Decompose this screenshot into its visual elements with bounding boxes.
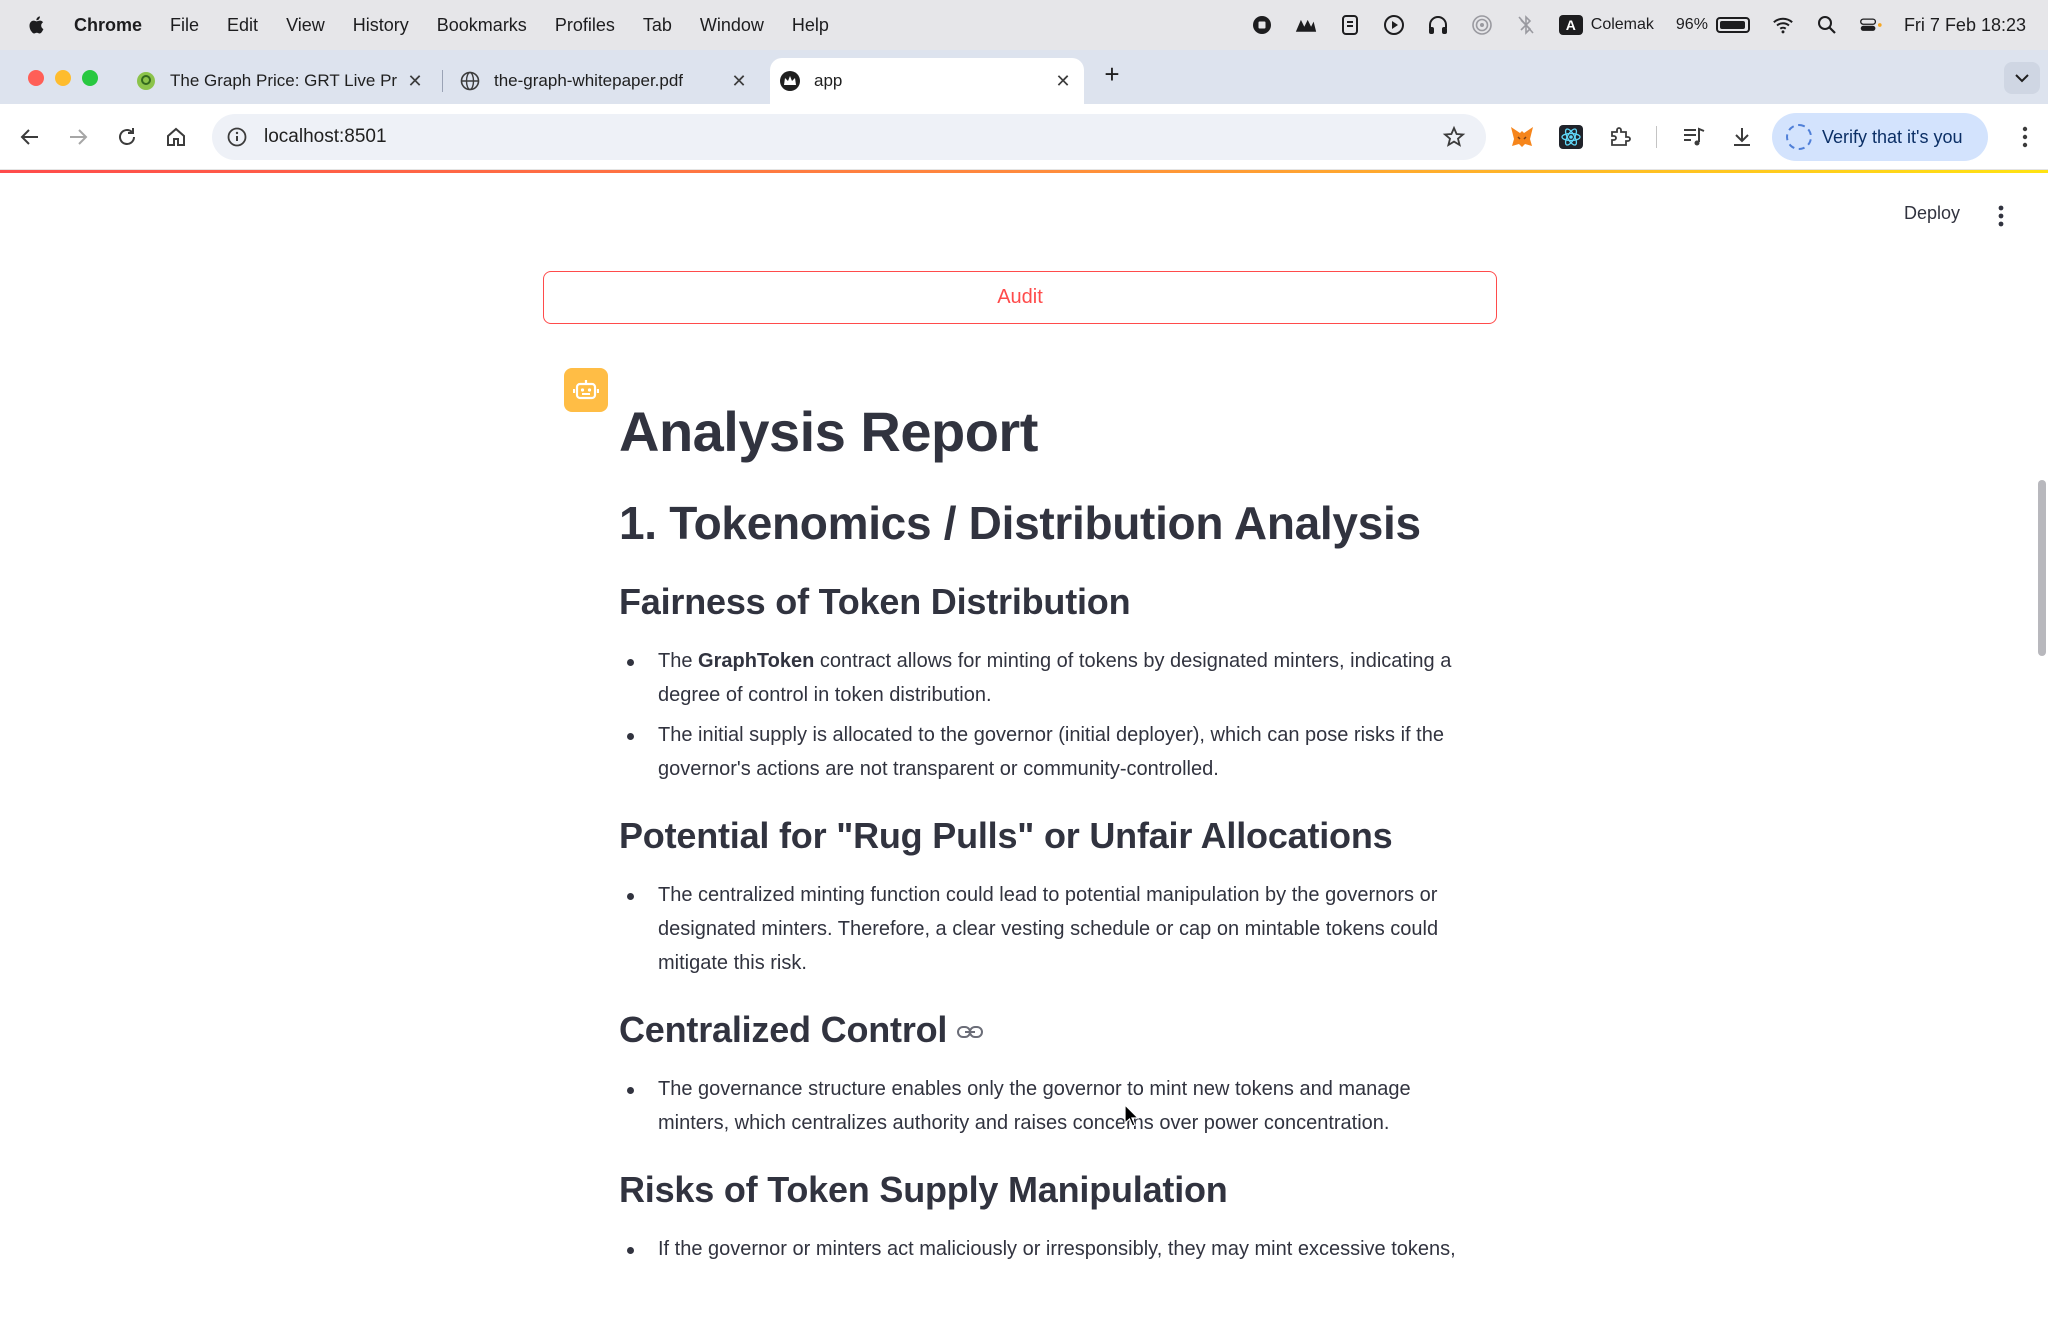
chrome-menu-icon[interactable] <box>2022 126 2028 148</box>
control-center-icon[interactable] <box>1860 14 1882 36</box>
streamlit-header: Deploy <box>0 173 2048 263</box>
battery-percent: 96% <box>1675 16 1708 33</box>
apple-logo-icon[interactable] <box>26 14 48 36</box>
audit-button[interactable]: Audit <box>543 271 1497 324</box>
input-source-menu[interactable]: A Colemak <box>1558 15 1654 35</box>
tab-title: app <box>814 71 843 90</box>
assistant-message: Analysis Report 1. Tokenomics / Distribu… <box>619 390 1479 1272</box>
home-icon[interactable] <box>164 125 188 149</box>
headphones-icon[interactable] <box>1427 14 1449 36</box>
subsection-heading: Fairness of Token Distribution <box>619 581 1131 622</box>
bluetooth-off-icon[interactable] <box>1515 14 1537 36</box>
extensions-puzzle-icon[interactable] <box>1606 123 1634 151</box>
window-minimize-button[interactable] <box>55 70 71 86</box>
subsection-heading: Risks of Token Supply Manipulation <box>619 1169 1228 1210</box>
chevron-down-icon <box>2015 74 2029 83</box>
battery-icon <box>1715 17 1750 33</box>
bullet-list: The GraphToken contract allows for minti… <box>619 644 1479 786</box>
menu-window[interactable]: Window <box>700 15 764 36</box>
list-item: If the governor or minters act malicious… <box>619 1232 1479 1266</box>
react-devtools-icon[interactable] <box>1557 123 1585 151</box>
subsection-supply-manipulation: Risks of Token Supply Manipulation If th… <box>619 1166 1479 1266</box>
site-info-icon[interactable] <box>226 126 248 148</box>
menubar-clock[interactable]: Fri 7 Feb 18:23 <box>1904 15 2026 36</box>
streamlit-main-menu-icon[interactable] <box>1998 205 2004 227</box>
bullet-list: The centralized minting function could l… <box>619 878 1479 980</box>
input-source-badge: A <box>1558 15 1583 35</box>
subsection-heading: Potential for "Rug Pulls" or Unfair Allo… <box>619 815 1393 856</box>
tab-whitepaper-pdf[interactable]: the-graph-whitepaper.pdf ✕ <box>450 58 760 104</box>
bullet-list: The governance structure enables only th… <box>619 1072 1479 1140</box>
list-item: The GraphToken contract allows for minti… <box>619 644 1479 712</box>
tab-title: The Graph Price: GRT Live Pri <box>170 71 398 90</box>
subsection-fairness: Fairness of Token Distribution The Graph… <box>619 578 1479 786</box>
verify-identity-button[interactable]: Verify that it's you <box>1772 113 1988 161</box>
reload-icon[interactable] <box>115 125 139 149</box>
graph-favicon <box>136 71 156 91</box>
play-circle-icon[interactable] <box>1383 14 1405 36</box>
assistant-bot-avatar-icon <box>564 368 608 412</box>
tab-app[interactable]: app ✕ <box>770 58 1084 104</box>
subsection-centralized-control: Centralized Control The governance struc… <box>619 1006 1479 1140</box>
verify-label: Verify that it's you <box>1822 126 1963 147</box>
airdrop-icon[interactable] <box>1471 14 1493 36</box>
tab-graph-price[interactable]: The Graph Price: GRT Live Pri ✕ <box>126 58 436 104</box>
list-item: The centralized minting function could l… <box>619 878 1479 980</box>
streamlit-crown-icon <box>780 71 800 91</box>
menu-bookmarks[interactable]: Bookmarks <box>437 15 527 36</box>
new-tab-button[interactable]: + <box>1100 59 1124 89</box>
media-controls-icon[interactable] <box>1680 123 1708 151</box>
menubar-status-area: A Colemak 96% Fri 7 Feb 18:23 <box>1251 0 2026 50</box>
screen-record-icon[interactable] <box>1251 14 1273 36</box>
menu-profiles[interactable]: Profiles <box>555 15 615 36</box>
page-scrollbar[interactable] <box>2038 480 2046 656</box>
clipboard-app-icon[interactable] <box>1339 14 1361 36</box>
bullet-list: If the governor or minters act malicious… <box>619 1232 1479 1266</box>
deploy-button[interactable]: Deploy <box>1904 203 1960 224</box>
mouse-pointer-icon <box>1124 1104 1140 1127</box>
address-bar[interactable]: localhost:8501 <box>212 114 1486 160</box>
menu-app-name[interactable]: Chrome <box>74 15 142 36</box>
download-icon[interactable] <box>1728 123 1756 151</box>
profile-avatar-icon <box>1786 124 1812 150</box>
forward-arrow-icon[interactable] <box>66 125 90 149</box>
tab-search-button[interactable] <box>2004 62 2040 94</box>
menu-view[interactable]: View <box>286 15 325 36</box>
anchor-link-icon[interactable] <box>957 1025 984 1039</box>
window-close-button[interactable] <box>28 70 44 86</box>
toolbar-divider <box>1656 126 1657 148</box>
mountains-app-icon[interactable] <box>1295 14 1317 36</box>
tab-close-icon[interactable]: ✕ <box>1052 70 1074 92</box>
browser-tab-strip: The Graph Price: GRT Live Pri ✕ the-grap… <box>0 50 2048 104</box>
tab-title: the-graph-whitepaper.pdf <box>494 71 684 90</box>
subsection-heading: Centralized Control <box>619 1006 1479 1054</box>
list-item: The initial supply is allocated to the g… <box>619 718 1479 786</box>
section-title: 1. Tokenomics / Distribution Analysis <box>619 497 1421 549</box>
tab-separator <box>442 70 443 92</box>
menu-help[interactable]: Help <box>792 15 829 36</box>
report-title: Analysis Report <box>619 400 1038 463</box>
metamask-extension-icon[interactable] <box>1508 123 1536 151</box>
macos-menu-bar: Chrome File Edit View History Bookmarks … <box>0 0 2048 50</box>
tab-close-icon[interactable]: ✕ <box>404 70 426 92</box>
back-arrow-icon[interactable] <box>18 125 42 149</box>
menu-tab[interactable]: Tab <box>643 15 672 36</box>
browser-toolbar: localhost:8501 Verify that it's you <box>0 104 2048 170</box>
globe-icon <box>460 71 480 91</box>
list-item: The governance structure enables only th… <box>619 1072 1479 1140</box>
input-source-label: Colemak <box>1590 16 1654 33</box>
battery-status[interactable]: 96% <box>1676 16 1750 34</box>
subsection-rug-pulls: Potential for "Rug Pulls" or Unfair Allo… <box>619 812 1479 980</box>
url-text[interactable]: localhost:8501 <box>264 126 387 148</box>
window-zoom-button[interactable] <box>82 70 98 86</box>
menu-file[interactable]: File <box>170 15 199 36</box>
menu-history[interactable]: History <box>353 15 409 36</box>
spotlight-search-icon[interactable] <box>1816 14 1838 36</box>
menu-edit[interactable]: Edit <box>227 15 258 36</box>
tab-close-icon[interactable]: ✕ <box>728 70 750 92</box>
wifi-icon[interactable] <box>1772 14 1794 36</box>
bookmark-star-icon[interactable] <box>1442 125 1466 149</box>
